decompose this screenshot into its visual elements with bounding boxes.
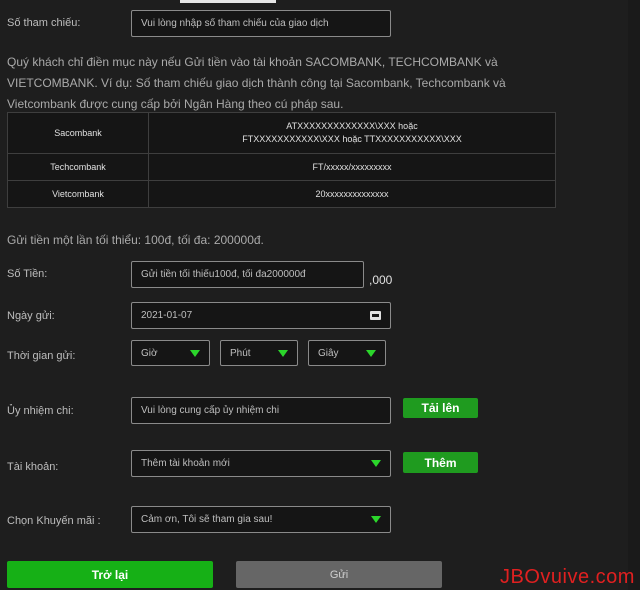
back-button[interactable]: Trở lại	[7, 561, 213, 588]
reference-note-line2: VIETCOMBANK. Ví dụ: Số tham chiếu giao d…	[7, 76, 506, 90]
chevron-down-icon	[278, 349, 288, 357]
authorization-placeholder: Vui lòng cung cấp ủy nhiệm chi	[141, 405, 280, 416]
reference-input[interactable]: Vui lòng nhập số tham chiếu của giao dịc…	[131, 10, 391, 37]
top-tab-indicator	[180, 0, 276, 3]
bank-name-cell: Techcombank	[7, 153, 149, 181]
deposit-limit-note: Gửi tiền một lần tối thiểu: 100đ, tối đa…	[7, 233, 264, 247]
time-label: Thời gian gửi:	[7, 350, 76, 362]
date-label: Ngày gửi:	[7, 310, 55, 322]
account-select-value: Thêm tài khoản mới	[141, 458, 230, 469]
date-value: 2021-01-07	[141, 310, 193, 321]
amount-label: Số Tiền:	[7, 268, 48, 280]
format-line: ATXXXXXXXXXXXXX\XXX hoặc	[286, 121, 418, 131]
bank-name-cell: Vietcombank	[7, 180, 149, 208]
chevron-down-icon	[371, 516, 381, 523]
add-account-button[interactable]: Thêm	[403, 452, 478, 473]
format-cell: 20xxxxxxxxxxxxxx	[148, 180, 556, 208]
chevron-down-icon	[366, 349, 376, 357]
reference-note: Quý khách chỉ điền mục này nếu Gửi tiền …	[7, 52, 617, 115]
hour-select-value: Giờ	[141, 347, 158, 359]
amount-suffix: ,000	[369, 273, 393, 287]
hour-select[interactable]: Giờ	[131, 340, 210, 366]
format-line: FTXXXXXXXXXXX\XXX hoặc TTXXXXXXXXXXX\XXX	[242, 134, 462, 144]
promotion-select-value: Cảm ơn, Tôi sẽ tham gia sau!	[141, 514, 273, 525]
table-row: Techcombank FT/xxxxx/xxxxxxxxx	[7, 153, 556, 181]
chevron-down-icon	[190, 349, 200, 357]
account-label: Tài khoản:	[7, 461, 59, 473]
reference-placeholder: Vui lòng nhập số tham chiếu của giao dịc…	[141, 18, 329, 29]
format-cell: FT/xxxxx/xxxxxxxxx	[148, 153, 556, 181]
authorization-label: Ủy nhiệm chi:	[7, 405, 74, 417]
upload-button[interactable]: Tải lên	[403, 398, 478, 418]
reference-note-line1: Quý khách chỉ điền mục này nếu Gửi tiền …	[7, 55, 498, 69]
second-select[interactable]: Giây	[308, 340, 386, 366]
authorization-input[interactable]: Vui lòng cung cấp ủy nhiệm chi	[131, 397, 391, 424]
minute-select[interactable]: Phút	[220, 340, 298, 366]
site-watermark: JBOvuive.com	[500, 566, 635, 588]
bank-name-cell: Sacombank	[7, 112, 149, 154]
amount-placeholder: Gửi tiền tối thiểu100đ, tối đa200000đ	[141, 269, 306, 280]
reference-format-table: Sacombank ATXXXXXXXXXXXXX\XXX hoặc FTXXX…	[7, 112, 556, 208]
second-select-value: Giây	[318, 347, 339, 359]
submit-button[interactable]: Gửi	[236, 561, 442, 588]
date-input[interactable]: 2021-01-07	[131, 302, 391, 329]
chevron-down-icon	[371, 460, 381, 467]
table-row: Sacombank ATXXXXXXXXXXXXX\XXX hoặc FTXXX…	[7, 112, 556, 154]
right-scroll-gutter	[628, 0, 640, 590]
table-row: Vietcombank 20xxxxxxxxxxxxxx	[7, 180, 556, 208]
promotion-label: Chọn Khuyến mãi :	[7, 515, 101, 527]
amount-input[interactable]: Gửi tiền tối thiểu100đ, tối đa200000đ	[131, 261, 364, 288]
calendar-icon[interactable]	[370, 311, 381, 320]
format-cell: ATXXXXXXXXXXXXX\XXX hoặc FTXXXXXXXXXXX\X…	[148, 112, 556, 154]
promotion-select[interactable]: Cảm ơn, Tôi sẽ tham gia sau!	[131, 506, 391, 533]
reference-label: Số tham chiếu:	[7, 17, 81, 29]
minute-select-value: Phút	[230, 347, 251, 359]
account-select[interactable]: Thêm tài khoản mới	[131, 450, 391, 477]
